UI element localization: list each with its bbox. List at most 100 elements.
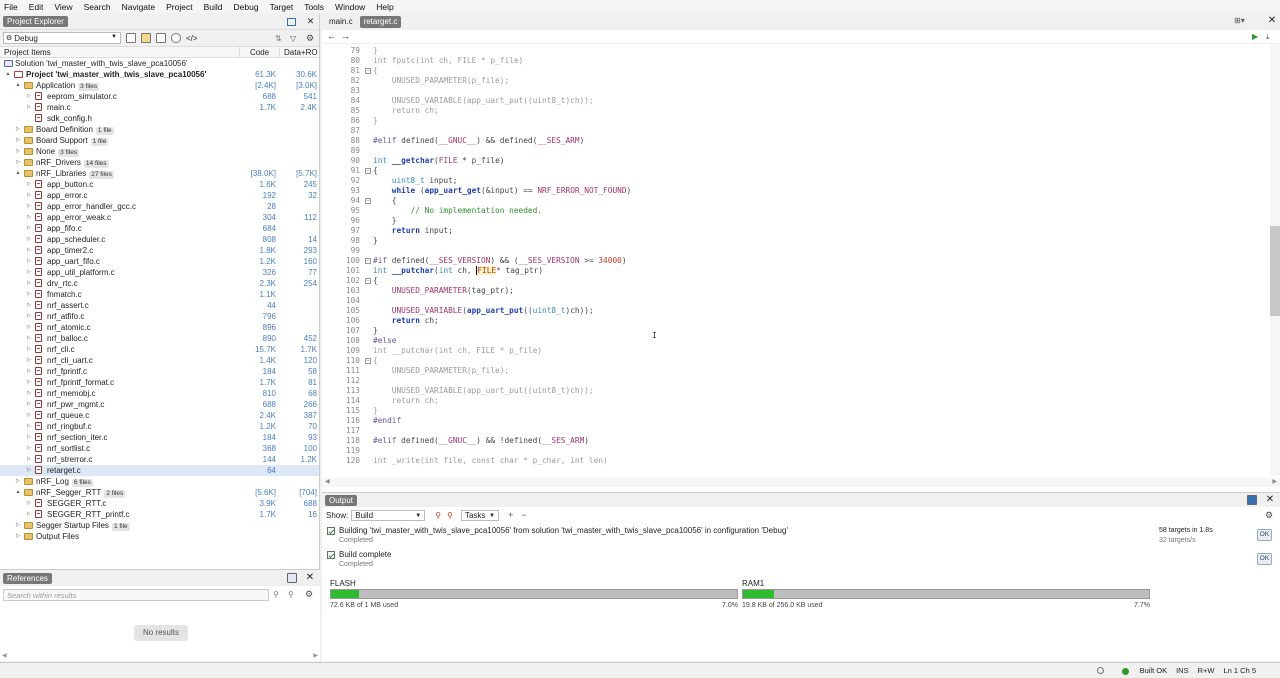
tree-file[interactable]: ▷ retarget.c 64 (0, 465, 319, 476)
code-line[interactable]: #elif defined(__GNUC__) && defined(__SES… (373, 136, 584, 146)
tree-file[interactable]: ▷ SEGGER_RTT.c 3.9K 688 (0, 498, 319, 509)
tree-file[interactable]: ▷ drv_rtc.c 2.3K 254 (0, 278, 319, 289)
tree-file[interactable]: ▷ nrf_section_iter.c 184 93 (0, 432, 319, 443)
tree-file[interactable]: ▷ app_uart_fifo.c 1.2K 160 (0, 256, 319, 267)
tree-folder[interactable]: ▷ Segger Startup Files 1 file (0, 520, 319, 531)
tree-folder[interactable]: ▷ nRF_Drivers 14 files (0, 157, 319, 168)
menu-help[interactable]: Help (376, 2, 393, 12)
back-arrow-icon[interactable]: ← (327, 31, 336, 41)
code-line[interactable]: } (373, 116, 378, 126)
ok-button[interactable]: OK (1257, 553, 1272, 565)
tree-file[interactable]: ▷ nrf_sortlist.c 368 100 (0, 443, 319, 454)
menu-build[interactable]: Build (204, 2, 223, 12)
menu-file[interactable]: File (4, 2, 18, 12)
settings-icon[interactable]: ⚙ (1265, 510, 1273, 521)
code-line[interactable]: UNUSED_PARAMETER(p_file); (373, 366, 509, 376)
tree-file[interactable]: ▷ app_scheduler.c 808 14 (0, 234, 319, 245)
collapsed-icon[interactable]: ▷ (25, 245, 33, 256)
tree-file[interactable]: ▷ app_timer2.c 1.8K 293 (0, 245, 319, 256)
collapsed-icon[interactable]: ▷ (25, 179, 33, 190)
tree-file[interactable]: ▷ nrf_queue.c 2.4K 387 (0, 410, 319, 421)
settings-icon[interactable]: ⚙ (305, 589, 313, 600)
code-line[interactable]: int __putchar(int ch, FILE * p_file) (373, 346, 542, 356)
new-file-icon[interactable] (126, 33, 136, 43)
menu-tools[interactable]: Tools (304, 2, 324, 12)
collapsed-icon[interactable]: ▷ (25, 432, 33, 443)
build-message[interactable]: Build complete Completed OK (322, 549, 1280, 571)
tree-file[interactable]: ▷ SEGGER_RTT_printf.c 1.7K 16 (0, 509, 319, 520)
menu-window[interactable]: Window (335, 2, 365, 12)
collapsed-icon[interactable]: ▷ (14, 476, 22, 487)
fold-toggle-icon[interactable]: − (365, 258, 371, 264)
collapsed-icon[interactable]: ▷ (14, 124, 22, 135)
tree-folder[interactable]: ▷ Board Support 1 file (0, 135, 319, 146)
collapsed-icon[interactable]: ▷ (25, 278, 33, 289)
expanded-icon[interactable]: ▲ (4, 69, 12, 80)
tree-file[interactable]: ▷ nrf_balloc.c 890 452 (0, 333, 319, 344)
close-icon[interactable]: ✕ (305, 16, 316, 27)
collapsed-icon[interactable]: ▷ (25, 289, 33, 300)
pin-icon[interactable] (1247, 495, 1257, 505)
code-line[interactable]: // No implementation needed. (373, 206, 542, 216)
menu-search[interactable]: Search (84, 2, 111, 12)
configuration-select[interactable]: ⚙ Debug ▼ (3, 32, 121, 44)
collapsed-icon[interactable]: ▷ (14, 157, 22, 168)
collapsed-icon[interactable]: ▷ (25, 267, 33, 278)
collapsed-icon[interactable]: ▷ (25, 234, 33, 245)
fold-toggle-icon[interactable]: − (365, 168, 371, 174)
search-prev-icon[interactable]: ⚲ (273, 590, 279, 599)
collapse-icon[interactable]: − (521, 510, 526, 520)
tree-file[interactable]: ▷ nrf_fprintf_format.c 1.7K 81 (0, 377, 319, 388)
editor-horizontal-scrollbar[interactable]: ◀ ▶ (322, 478, 1280, 487)
collapsed-icon[interactable]: ▷ (14, 135, 22, 146)
tree-file[interactable]: ▷ main.c 1.7K 2.4K (0, 102, 319, 113)
code-line[interactable]: } (373, 326, 378, 336)
menu-navigate[interactable]: Navigate (122, 2, 156, 12)
code-line[interactable]: uint8_t input; (373, 176, 458, 186)
folder-icon[interactable] (141, 33, 151, 43)
collapsed-icon[interactable]: ▷ (25, 509, 33, 520)
tree-file[interactable]: ▷ nrf_fprintf.c 184 58 (0, 366, 319, 377)
collapsed-icon[interactable]: ▷ (25, 399, 33, 410)
pin-icon[interactable] (287, 573, 297, 583)
collapsed-icon[interactable]: ▷ (25, 212, 33, 223)
close-icon[interactable]: ✕ (305, 573, 315, 583)
code-line[interactable]: int fputc(int ch, FILE * p_file) (373, 56, 523, 66)
menu-project[interactable]: Project (166, 2, 192, 12)
refresh-icon[interactable] (171, 33, 181, 43)
code-line[interactable]: int __getchar(FILE * p_file) (373, 156, 504, 166)
collapsed-icon[interactable]: ▷ (25, 102, 33, 113)
code-line[interactable]: { (373, 356, 378, 366)
tree-project[interactable]: ▲ Project 'twi_master_with_twis_slave_pca… (0, 69, 319, 80)
tab-main-c[interactable]: main.c (325, 16, 357, 28)
split-view-icon[interactable]: ⊞▾ (1234, 16, 1245, 25)
code-line[interactable]: int _write(int file, const char * p_char… (373, 456, 608, 466)
code-line[interactable]: UNUSED_PARAMETER(tag_ptr); (373, 286, 514, 296)
column-code[interactable]: Code (250, 48, 269, 57)
collapsed-icon[interactable]: ▷ (25, 498, 33, 509)
fold-toggle-icon[interactable]: − (365, 358, 371, 364)
collapsed-icon[interactable]: ▷ (25, 443, 33, 454)
code-line[interactable]: UNUSED_VARIABLE(app_uart_put((uint8_t)ch… (373, 306, 594, 316)
code-line[interactable]: } (373, 236, 378, 246)
cursor-position[interactable]: Ln 1 Ch 5 (1223, 666, 1256, 675)
collapsed-icon[interactable]: ▷ (25, 454, 33, 465)
menu-target[interactable]: Target (270, 2, 294, 12)
editor-scroll-thumb[interactable] (1270, 226, 1280, 316)
properties-icon[interactable] (156, 33, 166, 43)
collapsed-icon[interactable]: ▷ (14, 520, 22, 531)
menu-edit[interactable]: Edit (29, 2, 44, 12)
code-line[interactable]: #else (373, 336, 396, 346)
attach-icon[interactable]: ⤓ (1266, 32, 1270, 42)
error-marker-icon[interactable]: ⚲ (435, 511, 441, 520)
code-line[interactable]: UNUSED_VARIABLE(app_uart_put((uint8_t)ch… (373, 386, 594, 396)
code-line[interactable]: UNUSED_PARAMETER(p_file); (373, 76, 509, 86)
code-line[interactable]: #if defined(__SES_VERSION) && (__SES_VER… (373, 256, 627, 266)
run-icon[interactable]: ▶ (1252, 32, 1258, 41)
tree-file[interactable]: ▷ app_util_platform.c 326 77 (0, 267, 319, 278)
collapsed-icon[interactable]: ▷ (14, 531, 22, 542)
tree-file[interactable]: ▷ fnmatch.c 1.1K (0, 289, 319, 300)
code-line[interactable]: int __putchar(int ch, FILE* tag_ptr) (373, 266, 543, 276)
expand-icon[interactable]: + (508, 510, 513, 520)
code-line[interactable]: #elif defined(__GNUC__) && !defined(__SE… (373, 436, 589, 446)
